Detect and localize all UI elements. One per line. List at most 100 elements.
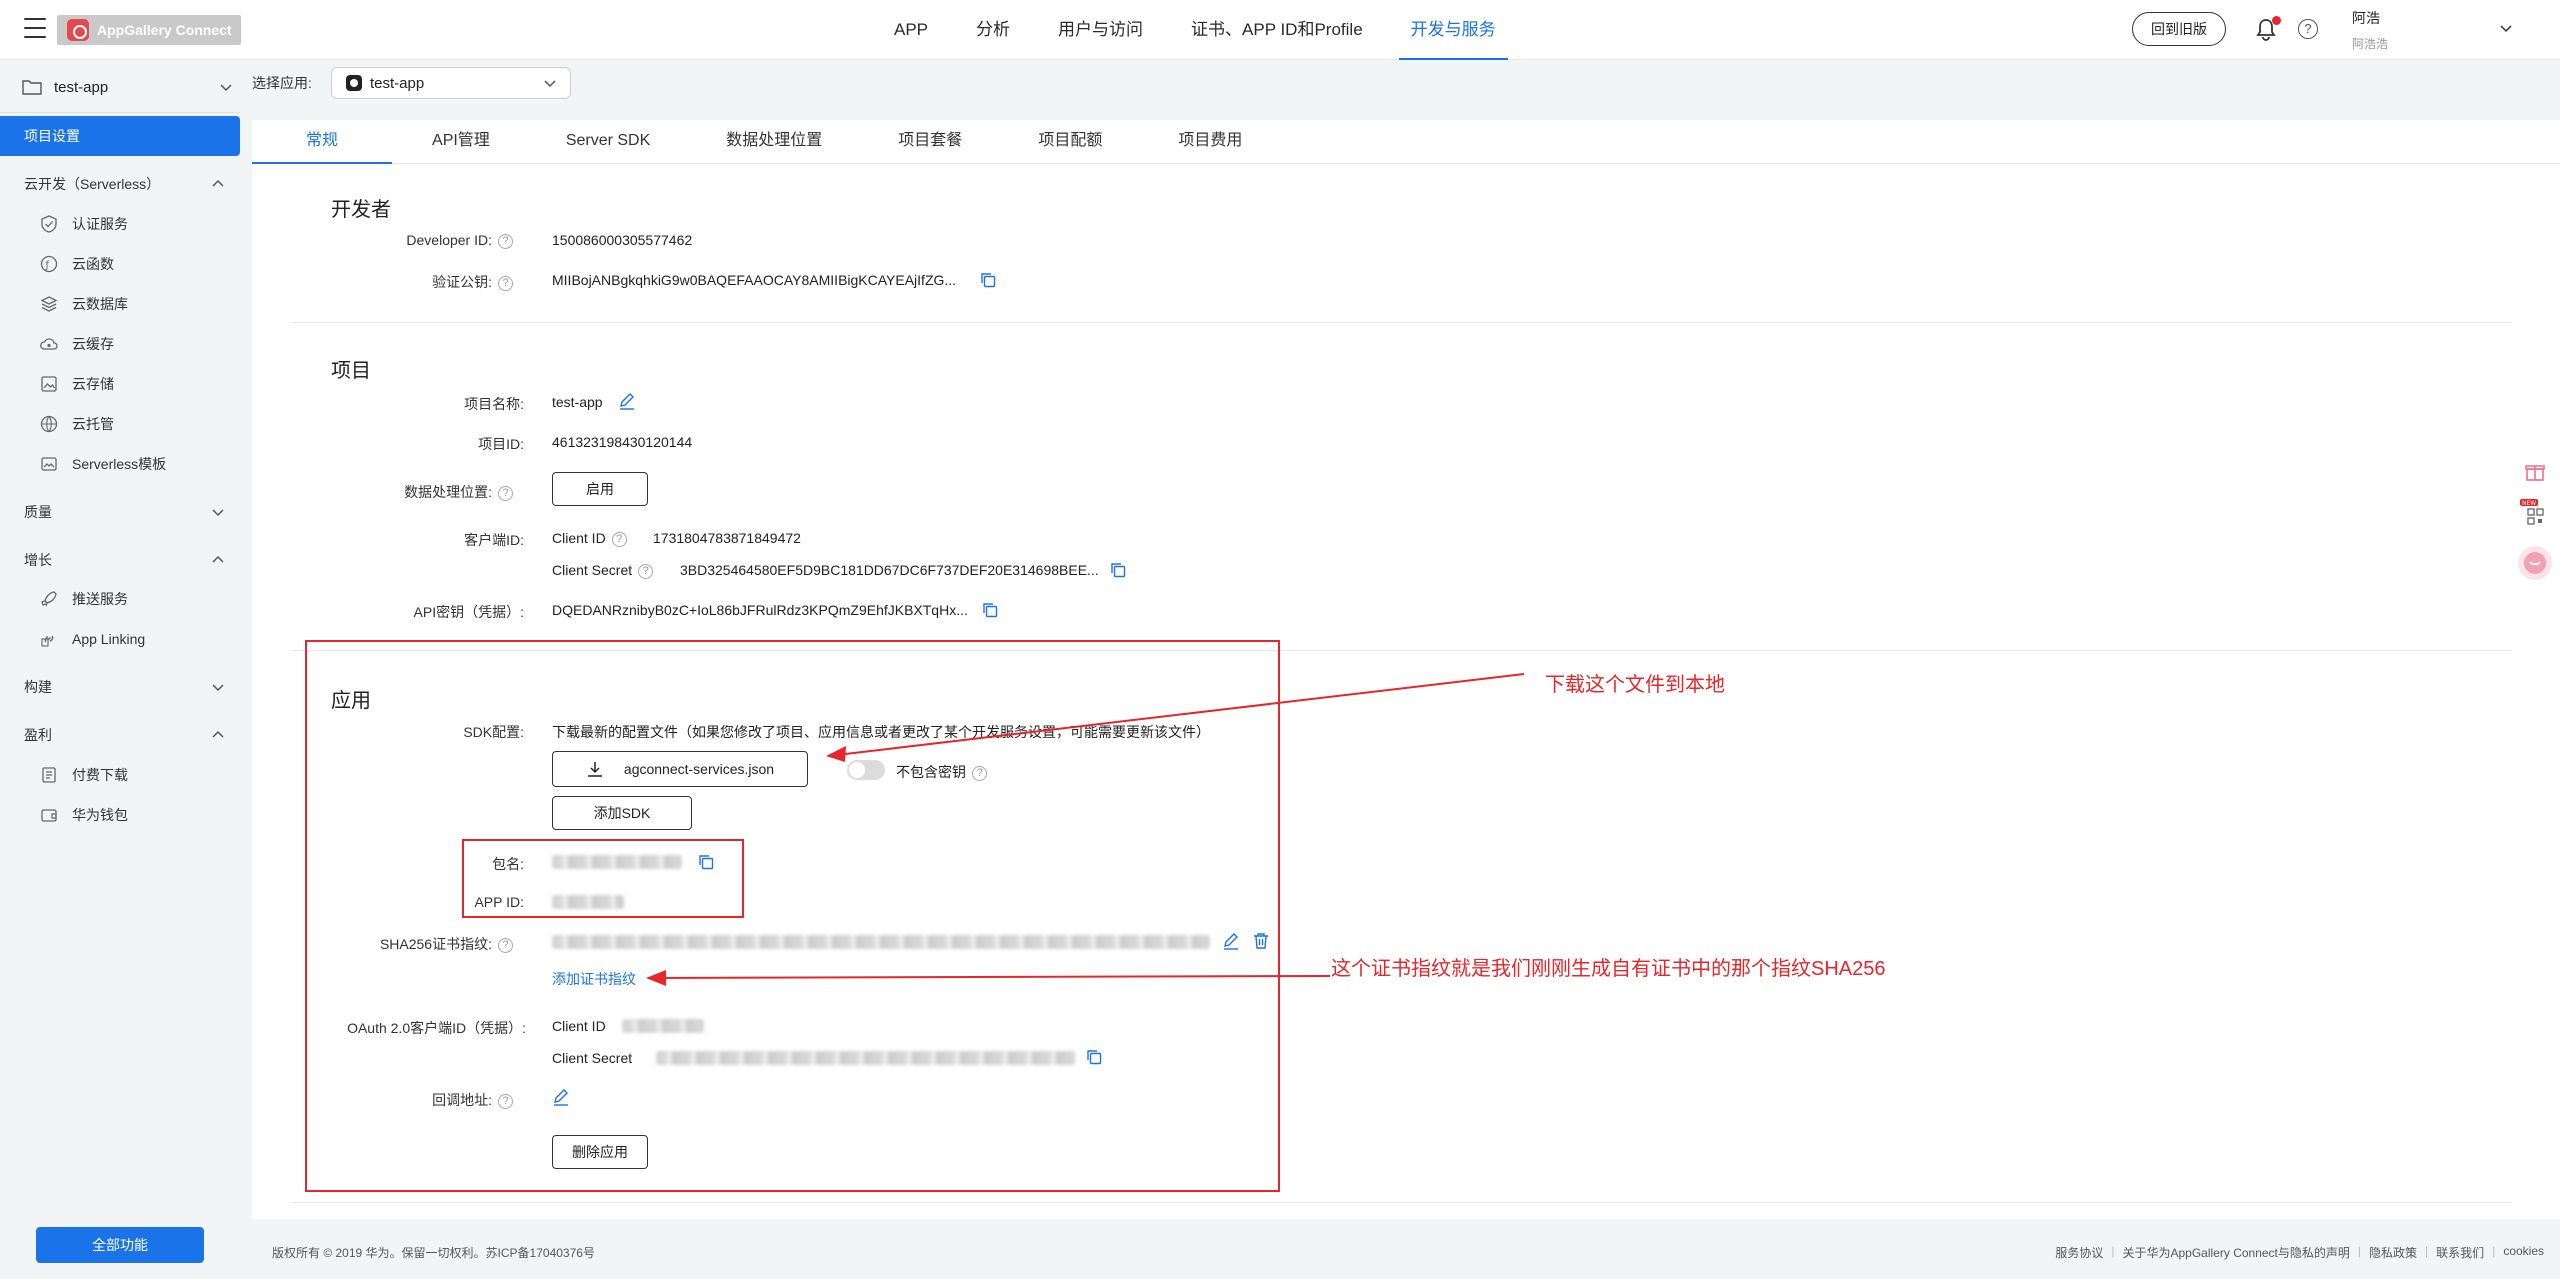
menu-icon[interactable] bbox=[24, 18, 46, 38]
sidebar-item-cloud-cache[interactable]: 云缓存 bbox=[40, 330, 230, 358]
sidebar-item-auth[interactable]: 认证服务 bbox=[40, 210, 230, 238]
svg-text:ƒ: ƒ bbox=[45, 260, 50, 271]
sidebar-item-wallet[interactable]: 华为钱包 bbox=[40, 801, 230, 829]
delete-app-button[interactable]: 删除应用 bbox=[552, 1135, 648, 1169]
sidebar-group-growth[interactable]: 增长 bbox=[24, 546, 224, 574]
feedback-icon[interactable] bbox=[2518, 546, 2552, 580]
project-selector[interactable]: test-app bbox=[22, 72, 232, 102]
help-icon[interactable]: ? bbox=[2298, 19, 2318, 39]
edit-icon[interactable] bbox=[618, 392, 636, 410]
sdk-config-label: SDK配置: bbox=[463, 724, 524, 740]
section-divider bbox=[292, 322, 2512, 323]
sidebar-item-cloud-hosting[interactable]: 云托管 bbox=[40, 410, 230, 438]
help-icon[interactable]: ? bbox=[498, 485, 513, 501]
user-subtitle: 阿浩浩 bbox=[2352, 37, 2389, 51]
help-icon[interactable]: ? bbox=[972, 765, 987, 781]
sidebar-item-project-settings[interactable]: 项目设置 bbox=[0, 116, 240, 156]
sidebar-item-label: 云数据库 bbox=[72, 296, 128, 312]
help-icon[interactable]: ? bbox=[498, 233, 513, 249]
project-name: test-app bbox=[54, 78, 109, 96]
top-nav-analytics[interactable]: 分析 bbox=[964, 0, 1022, 60]
edit-icon[interactable] bbox=[1222, 932, 1240, 950]
chevron-down-icon bbox=[212, 684, 224, 692]
footer-links: 服务协议 | 关于华为AppGallery Connect与隐私的声明 | 隐私政策… bbox=[2055, 1244, 2544, 1261]
help-icon[interactable]: ? bbox=[611, 531, 627, 547]
tab-project-fees[interactable]: 项目费用 bbox=[1158, 120, 1262, 164]
package-name-redacted bbox=[552, 855, 682, 869]
footer-link-cookies[interactable]: cookies bbox=[2503, 1244, 2544, 1261]
sidebar-item-cloud-storage[interactable]: 云存储 bbox=[40, 370, 230, 398]
help-icon[interactable]: ? bbox=[498, 1093, 513, 1109]
app-selector-value: test-app bbox=[370, 74, 425, 92]
database-icon bbox=[40, 296, 58, 312]
sidebar-item-label: 认证服务 bbox=[72, 216, 128, 232]
footer-link-terms[interactable]: 服务协议 bbox=[2055, 1244, 2103, 1261]
developer-id-value: 150086000305577462 bbox=[552, 232, 693, 248]
add-fingerprint-link[interactable]: 添加证书指纹 bbox=[552, 969, 636, 989]
cloud-cache-icon bbox=[40, 338, 58, 350]
sidebar-item-cloud-functions[interactable]: ƒ 云函数 bbox=[40, 250, 230, 278]
sidebar-item-push[interactable]: 推送服务 bbox=[40, 585, 230, 613]
section-title-application: 应用 bbox=[331, 690, 371, 712]
copy-icon[interactable] bbox=[698, 854, 714, 870]
chevron-down-icon[interactable] bbox=[2500, 22, 2512, 34]
edit-icon[interactable] bbox=[552, 1088, 570, 1106]
user-name[interactable]: 阿浩 bbox=[2352, 8, 2380, 28]
chevron-up-icon bbox=[212, 555, 224, 563]
package-name-label: 包名: bbox=[492, 856, 524, 872]
sidebar-item-cloud-db[interactable]: 云数据库 bbox=[40, 290, 230, 318]
tab-api-management[interactable]: API管理 bbox=[412, 120, 510, 164]
sidebar-item-label: 华为钱包 bbox=[72, 807, 128, 823]
sidebar-group-build[interactable]: 构建 bbox=[24, 673, 224, 701]
app-selector-dropdown[interactable]: test-app bbox=[331, 67, 571, 99]
add-sdk-button[interactable]: 添加SDK bbox=[552, 796, 692, 830]
footer-link-privacy-statement[interactable]: 关于华为AppGallery Connect与隐私的声明 bbox=[2123, 1244, 2350, 1261]
tab-general[interactable]: 常规 bbox=[252, 120, 393, 164]
oauth-client-secret-redacted bbox=[656, 1051, 1076, 1065]
tab-project-plan[interactable]: 项目套餐 bbox=[878, 120, 982, 164]
app-selector-label: 选择应用: bbox=[252, 75, 312, 91]
help-icon[interactable]: ? bbox=[498, 275, 513, 291]
top-nav-app[interactable]: APP bbox=[882, 0, 940, 60]
help-icon[interactable]: ? bbox=[638, 563, 654, 579]
all-features-button[interactable]: 全部功能 bbox=[36, 1227, 204, 1263]
exclude-key-toggle[interactable] bbox=[847, 760, 885, 780]
receipt-icon bbox=[42, 767, 56, 783]
tab-server-sdk[interactable]: Server SDK bbox=[546, 120, 670, 164]
tab-project-quota[interactable]: 项目配额 bbox=[1018, 120, 1122, 164]
copy-icon[interactable] bbox=[1086, 1049, 1102, 1065]
chevron-up-icon bbox=[212, 179, 224, 187]
top-nav-dev-services[interactable]: 开发与服务 bbox=[1398, 0, 1508, 60]
sidebar-group-quality[interactable]: 质量 bbox=[24, 498, 224, 526]
oauth-client-secret-key: Client Secret bbox=[552, 1050, 633, 1066]
project-id-value: 461323198430120144 bbox=[552, 434, 693, 450]
copy-icon[interactable] bbox=[980, 272, 996, 288]
top-nav-users[interactable]: 用户与访问 bbox=[1046, 0, 1155, 60]
brand-logo[interactable]: AppGallery Connect bbox=[57, 15, 241, 45]
gift-icon[interactable] bbox=[2518, 455, 2552, 489]
sha256-label: SHA256证书指纹:? bbox=[340, 934, 513, 954]
public-key-value: MIIBojANBgkqhkiG9w0BAQEFAAOCAY8AMIIBigKC… bbox=[552, 272, 957, 288]
copy-icon[interactable] bbox=[982, 602, 998, 618]
footer-link-privacy-policy[interactable]: 隐私政策 bbox=[2369, 1244, 2417, 1261]
qr-code-icon[interactable]: NEW bbox=[2518, 497, 2552, 531]
copy-icon[interactable] bbox=[1110, 562, 1126, 578]
sidebar-group-monetize[interactable]: 盈利 bbox=[24, 721, 224, 749]
app-id-label: APP ID: bbox=[474, 894, 524, 910]
sidebar-item-label: 云缓存 bbox=[72, 336, 114, 352]
enable-data-location-button[interactable]: 启用 bbox=[552, 472, 648, 506]
tab-data-location[interactable]: 数据处理位置 bbox=[706, 120, 842, 164]
sidebar-item-app-linking[interactable]: App Linking bbox=[40, 625, 230, 653]
sidebar-item-serverless-template[interactable]: Serverless模板 bbox=[40, 450, 230, 478]
top-nav-certificates[interactable]: 证书、APP ID和Profile bbox=[1179, 0, 1375, 60]
api-key-value: DQEDANRznibyB0zC+IoL86bJFRulRdz3KPQmZ9Eh… bbox=[552, 602, 968, 618]
footer-link-contact[interactable]: 联系我们 bbox=[2436, 1244, 2484, 1261]
help-icon[interactable]: ? bbox=[498, 937, 513, 953]
back-to-old-version-button[interactable]: 回到旧版 bbox=[2132, 12, 2226, 46]
sidebar-item-paid-download[interactable]: 付费下载 bbox=[40, 761, 230, 789]
trash-icon[interactable] bbox=[1252, 932, 1270, 950]
callback-url-label: 回调地址:? bbox=[340, 1090, 513, 1110]
download-config-button[interactable]: agconnect-services.json bbox=[552, 751, 808, 787]
sidebar-group-serverless[interactable]: 云开发（Serverless） bbox=[24, 170, 224, 198]
sdk-config-description: 下载最新的配置文件（如果您修改了项目、应用信息或者更改了某个开发服务设置，可能需… bbox=[552, 724, 1210, 740]
